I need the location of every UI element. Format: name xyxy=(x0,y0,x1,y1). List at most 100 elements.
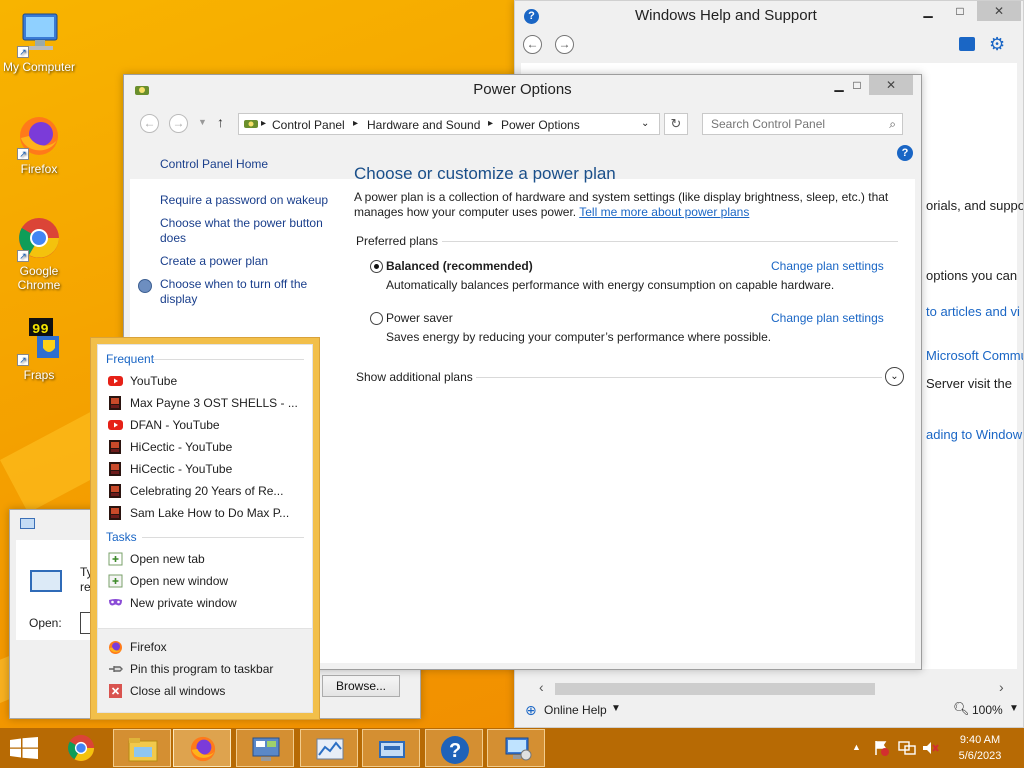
change-plan-settings-link[interactable]: Change plan settings xyxy=(771,311,884,325)
search-icon[interactable]: ⌕ xyxy=(889,117,896,132)
breadcrumb-hardware-sound[interactable]: Hardware and Sound xyxy=(367,118,480,132)
frequent-item[interactable]: Max Payne 3 OST SHELLS - ... xyxy=(108,393,308,413)
video-thumb-icon xyxy=(108,440,123,454)
nav-power-button[interactable]: Choose what the power button does xyxy=(160,216,330,246)
close-button[interactable]: ✕ xyxy=(977,1,1021,21)
search-input[interactable] xyxy=(703,114,873,134)
help-link[interactable]: Microsoft Commu xyxy=(926,348,1023,363)
clock-time[interactable]: 9:40 AM xyxy=(950,734,1010,746)
help-text: Server visit the xyxy=(926,376,1012,391)
volume-muted-icon[interactable] xyxy=(922,740,940,756)
frequent-item[interactable]: HiCectic - YouTube xyxy=(108,459,308,479)
back-arrow-icon[interactable]: ← xyxy=(140,114,159,133)
change-plan-settings-link[interactable]: Change plan settings xyxy=(771,259,884,273)
footer-item[interactable]: Firefox xyxy=(108,637,308,657)
plan-name[interactable]: Power saver xyxy=(386,311,453,325)
jump-list-panel: Frequent YouTube Max Payne 3 OST SHELLS -… xyxy=(97,344,313,713)
svg-text:99: 99 xyxy=(32,322,49,338)
firefox-icon xyxy=(108,640,123,654)
task-item[interactable]: Open new window xyxy=(108,571,308,591)
task-item[interactable]: Open new tab xyxy=(108,549,308,569)
action-center-flag-icon[interactable] xyxy=(873,740,889,756)
taskbar-performance[interactable] xyxy=(300,729,358,767)
close-button[interactable]: ✕ xyxy=(869,75,913,95)
taskbar-run[interactable] xyxy=(362,729,420,767)
print-icon[interactable] xyxy=(959,37,975,51)
clock-date[interactable]: 5/6/2023 xyxy=(950,750,1010,762)
minimize-button[interactable]: ▁ xyxy=(913,1,943,21)
chevron-down-icon[interactable]: ▼ xyxy=(1009,703,1019,714)
frequent-item[interactable]: YouTube xyxy=(108,371,308,391)
desktop-icon-my-computer[interactable]: ↗ My Computer xyxy=(0,10,78,74)
network-icon[interactable] xyxy=(898,740,916,756)
display-clock-icon xyxy=(138,279,152,293)
taskbar-remote[interactable] xyxy=(487,729,545,767)
plan-name[interactable]: Balanced (recommended) xyxy=(386,259,533,273)
nav-control-panel-home[interactable]: Control Panel Home xyxy=(160,157,330,172)
taskbar-file-explorer[interactable] xyxy=(113,729,171,767)
footer-item[interactable]: Close all windows xyxy=(108,681,308,701)
forward-arrow-icon[interactable]: → xyxy=(555,35,574,54)
maximize-button[interactable]: □ xyxy=(842,75,872,95)
scroll-thumb[interactable] xyxy=(555,683,875,695)
scroll-right-icon[interactable]: › xyxy=(999,679,1004,695)
tasks-header: Tasks xyxy=(106,530,137,544)
back-arrow-icon[interactable]: ← xyxy=(523,35,542,54)
forward-arrow-icon[interactable]: → xyxy=(169,114,188,133)
maximize-button[interactable]: □ xyxy=(945,1,975,21)
online-help-button[interactable]: Online Help xyxy=(544,703,607,717)
help-link[interactable]: to articles and vi xyxy=(926,304,1020,319)
help-link[interactable]: ading to Window xyxy=(926,427,1022,442)
zoom-icon: 🔍︎ xyxy=(953,701,970,716)
frequent-item[interactable]: Sam Lake How to Do Max P... xyxy=(108,503,308,523)
plan-radio-balanced[interactable] xyxy=(370,260,383,273)
refresh-icon[interactable]: ↻ xyxy=(664,113,688,135)
plan-radio-power-saver[interactable] xyxy=(370,312,383,325)
frequent-item[interactable]: DFAN - YouTube xyxy=(108,415,308,435)
start-windows-icon[interactable] xyxy=(10,737,38,759)
history-dropdown-icon[interactable]: ▼ xyxy=(198,117,207,127)
show-additional-plans[interactable]: Show additional plans xyxy=(356,370,473,384)
chevron-down-icon[interactable]: ⌄ xyxy=(641,118,649,129)
horizontal-scrollbar[interactable]: ‹ › xyxy=(525,679,1015,697)
taskbar-firefox[interactable] xyxy=(173,729,231,767)
video-thumb-icon xyxy=(108,484,123,498)
scroll-left-icon[interactable]: ‹ xyxy=(539,679,544,695)
taskbar-help[interactable]: ? xyxy=(425,729,483,767)
browse-button[interactable]: Browse... xyxy=(322,675,400,697)
desktop-icon-firefox[interactable]: ↗ Firefox xyxy=(0,112,78,176)
task-item[interactable]: New private window xyxy=(108,593,308,613)
help-text: options you can xyxy=(926,268,1018,283)
preferred-plans-label: Preferred plans xyxy=(356,234,439,248)
pin-icon xyxy=(108,662,123,676)
title-bar: ? Windows Help and Support ▁ □ ✕ xyxy=(515,1,1023,31)
nav-create-plan[interactable]: Create a power plan xyxy=(160,254,330,269)
address-bar[interactable]: ▸ Control Panel ▸ Hardware and Sound ▸ P… xyxy=(238,113,660,135)
show-hidden-icons[interactable]: ▲ xyxy=(852,742,861,752)
frequent-item[interactable]: HiCectic - YouTube xyxy=(108,437,308,457)
firefox-jump-list[interactable]: Frequent YouTube Max Payne 3 OST SHELLS -… xyxy=(90,337,320,720)
frequent-item[interactable]: Celebrating 20 Years of Re... xyxy=(108,481,308,501)
gear-icon[interactable]: ⚙ xyxy=(989,34,1005,55)
nav-turn-off-display[interactable]: Choose when to turn off the display xyxy=(160,277,330,307)
intro-link[interactable]: Tell me more about power plans xyxy=(579,205,749,219)
footer-item[interactable]: Pin this program to taskbar xyxy=(108,659,308,679)
breadcrumb-control-panel[interactable]: Control Panel xyxy=(272,118,345,132)
desktop-icon-label: Google Chrome xyxy=(17,264,61,292)
chevron-down-icon[interactable]: ▼ xyxy=(611,703,621,714)
nav-require-password[interactable]: Require a password on wakeup xyxy=(160,193,330,208)
taskbar-chrome[interactable] xyxy=(52,729,110,767)
expand-chevron-icon[interactable]: ⌄ xyxy=(885,367,904,386)
desktop-icon-fraps[interactable]: 99 ↗ Fraps xyxy=(0,318,78,382)
run-large-icon xyxy=(30,570,62,592)
desktop-icon-chrome[interactable]: ↗ Google Chrome xyxy=(0,214,78,292)
taskbar-control-panel[interactable] xyxy=(236,729,294,767)
breadcrumb-power-options[interactable]: Power Options xyxy=(501,118,580,132)
footer-item-label: Firefox xyxy=(130,640,167,654)
zoom-level[interactable]: 100% xyxy=(972,703,1003,717)
page-heading: Choose or customize a power plan xyxy=(354,164,616,183)
help-icon[interactable]: ? xyxy=(897,145,913,161)
title-bar: Power Options ▁ □ ✕ xyxy=(124,75,921,105)
up-arrow-icon[interactable]: ↑ xyxy=(217,114,224,130)
search-box[interactable]: ⌕ xyxy=(702,113,903,135)
